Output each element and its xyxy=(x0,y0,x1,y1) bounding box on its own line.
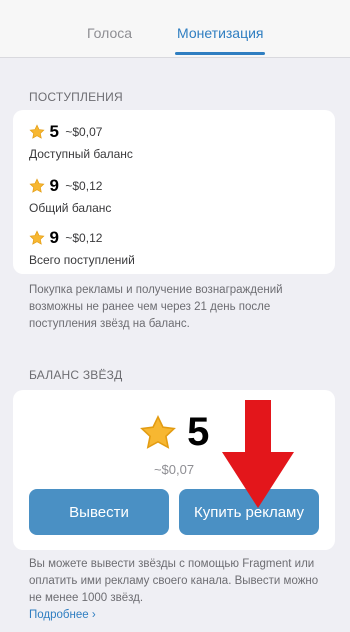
balance-footnote-text: Вы можете вывести звёзды с помощью Fragm… xyxy=(29,558,319,604)
balance-section-header: БАЛАНС ЗВЁЗД xyxy=(29,368,123,382)
star-icon xyxy=(29,230,45,245)
available-balance-label: Доступный баланс xyxy=(29,147,133,161)
total-balance-amount: 9 xyxy=(49,176,59,195)
total-balance-label: Общий баланс xyxy=(29,201,112,215)
balance-footnote: Вы можете вывести звёзды с помощью Fragm… xyxy=(29,556,329,624)
available-balance-amount: 5 xyxy=(49,122,59,141)
total-balance-row: 9 ~$0,12 Общий баланс xyxy=(29,176,111,215)
total-income-usd: ~$0,12 xyxy=(65,231,103,245)
star-icon xyxy=(139,414,176,449)
income-card: 5 ~$0,07 Доступный баланс 9 ~$0,12 Общий… xyxy=(13,110,335,274)
tab-monetization[interactable]: Монетизация xyxy=(177,25,264,41)
star-balance-amount: 5 xyxy=(187,410,210,454)
available-balance-usd: ~$0,07 xyxy=(65,125,103,139)
more-link[interactable]: Подробнее › xyxy=(29,609,96,621)
income-footnote: Покупка рекламы и получение вознагражден… xyxy=(29,284,283,330)
total-income-row: 9 ~$0,12 Всего поступлений xyxy=(29,228,135,267)
tab-bar: Голоса Монетизация xyxy=(0,0,350,58)
star-icon xyxy=(29,124,45,139)
income-section-header: ПОСТУПЛЕНИЯ xyxy=(29,90,123,104)
chevron-right-icon: › xyxy=(91,609,96,621)
available-balance-row: 5 ~$0,07 Доступный баланс xyxy=(29,122,133,161)
withdraw-button[interactable]: Вывести xyxy=(29,489,169,535)
star-icon xyxy=(29,178,45,193)
more-link-label: Подробнее xyxy=(29,609,89,621)
red-down-arrow-icon xyxy=(222,400,294,508)
total-income-amount: 9 xyxy=(49,228,59,247)
tab-votes[interactable]: Голоса xyxy=(87,25,132,41)
total-income-label: Всего поступлений xyxy=(29,253,135,267)
active-tab-indicator xyxy=(175,52,265,55)
total-balance-usd: ~$0,12 xyxy=(65,179,103,193)
